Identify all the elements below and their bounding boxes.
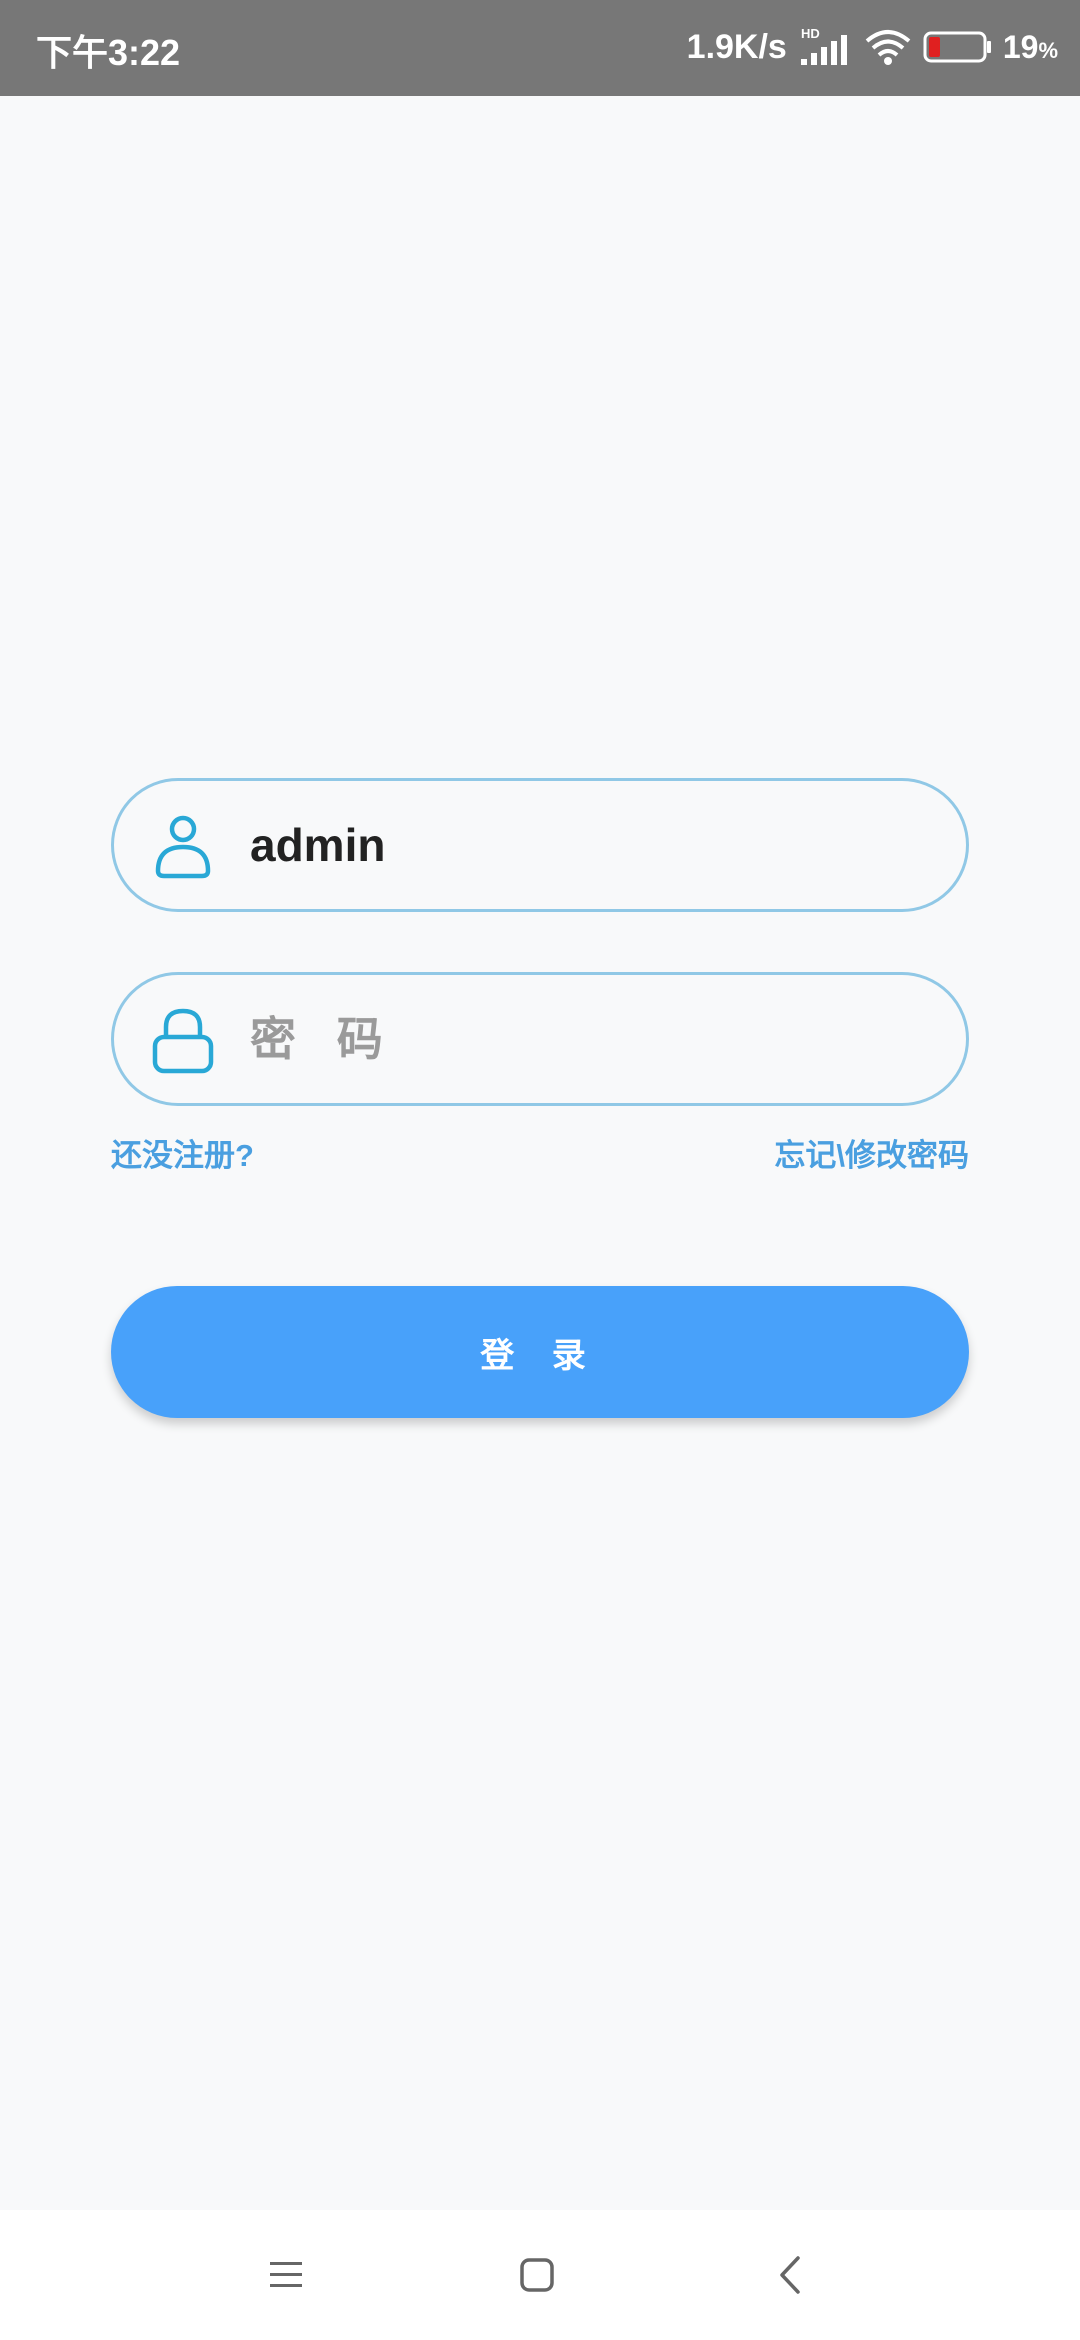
forgot-password-link[interactable]: 忘记\修改密码 [774, 1130, 969, 1175]
status-indicators: 1.9K/s HD 19% [687, 22, 1058, 72]
home-icon[interactable] [512, 2250, 562, 2300]
login-button[interactable]: 登 录 [111, 1286, 969, 1418]
lock-icon [150, 1007, 216, 1075]
network-type-label: HD [801, 26, 820, 41]
navigation-bar [0, 2210, 1080, 2340]
battery-percent: 19% [1002, 28, 1058, 65]
cell-signal-icon: HD [797, 25, 853, 69]
back-icon[interactable] [766, 2250, 816, 2300]
status-time: 下午3:22 [36, 32, 181, 73]
register-link[interactable]: 还没注册? [111, 1130, 254, 1175]
menu-icon[interactable] [262, 2250, 312, 2300]
status-bar: 下午3:22 1.9K/s HD 19% [0, 0, 1080, 96]
password-field[interactable]: 密 码 [111, 972, 969, 1106]
username-field[interactable]: admin [111, 778, 969, 912]
network-speed: 1.9K/s [686, 27, 787, 66]
password-input[interactable]: 密 码 [250, 975, 397, 1103]
battery-icon [923, 30, 993, 64]
username-input[interactable]: admin [250, 781, 385, 909]
user-icon [150, 813, 216, 881]
wifi-icon [863, 27, 913, 67]
